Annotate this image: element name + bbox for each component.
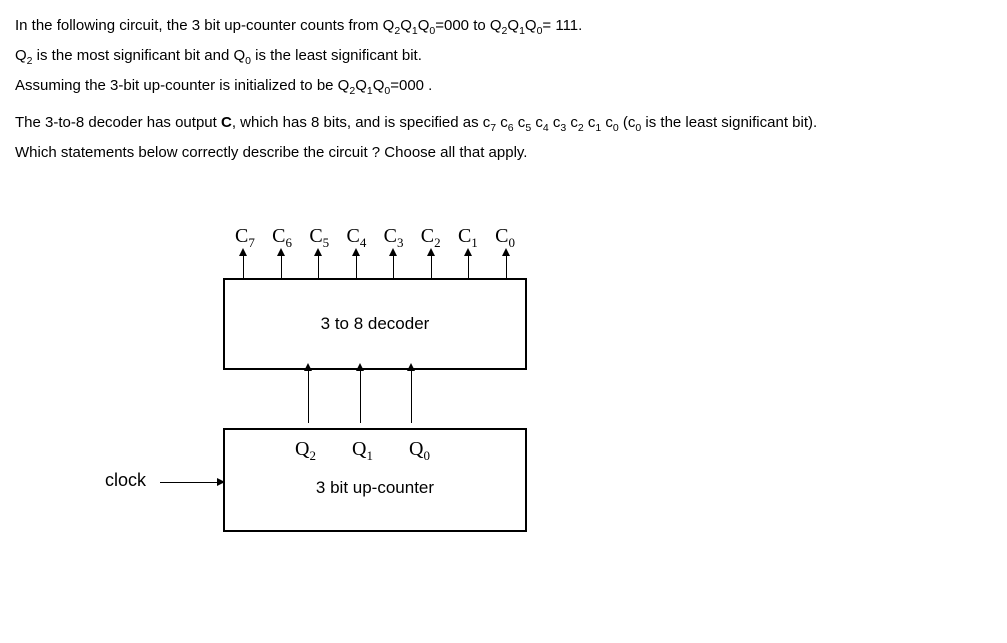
question-line-2: Q2 is the most significant bit and Q0 is…	[15, 44, 992, 70]
arrow-up-icon	[468, 253, 469, 278]
question-line-5: Which statements below correctly describ…	[15, 141, 992, 165]
arrow-up-icon	[431, 253, 432, 278]
arrow-up-icon	[243, 253, 244, 278]
decoder-box: 3 to 8 decoder	[223, 278, 527, 370]
arrow-right-icon	[160, 482, 220, 483]
arrow-up-icon	[393, 253, 394, 278]
circuit-diagram: C7 C6 C5 C4 C3 C2 C1 C0 3 to 8 decoder Q…	[105, 225, 605, 605]
arrow-up-icon	[360, 368, 361, 423]
decoder-output-arrows	[235, 253, 515, 278]
counter-outputs-labels: Q2 Q1 Q0	[295, 438, 430, 464]
output-q1: Q1	[352, 438, 373, 464]
arrow-up-icon	[308, 368, 309, 423]
question-line-3: Assuming the 3-bit up-counter is initial…	[15, 74, 992, 100]
counter-box: Q2 Q1 Q0 3 bit up-counter	[223, 428, 527, 532]
arrow-up-icon	[506, 253, 507, 278]
arrow-up-icon	[356, 253, 357, 278]
output-q2: Q2	[295, 438, 316, 464]
question-line-4: The 3-to-8 decoder has output C, which h…	[15, 111, 992, 137]
question-text: In the following circuit, the 3 bit up-c…	[15, 14, 992, 165]
output-q0: Q0	[409, 438, 430, 464]
decoder-label: 3 to 8 decoder	[321, 314, 430, 334]
counter-label: 3 bit up-counter	[225, 478, 525, 498]
arrow-up-icon	[411, 368, 412, 423]
arrow-up-icon	[318, 253, 319, 278]
decoder-input-arrows	[300, 368, 420, 423]
arrow-up-icon	[281, 253, 282, 278]
clock-label: clock	[105, 470, 146, 491]
question-line-1: In the following circuit, the 3 bit up-c…	[15, 14, 992, 40]
